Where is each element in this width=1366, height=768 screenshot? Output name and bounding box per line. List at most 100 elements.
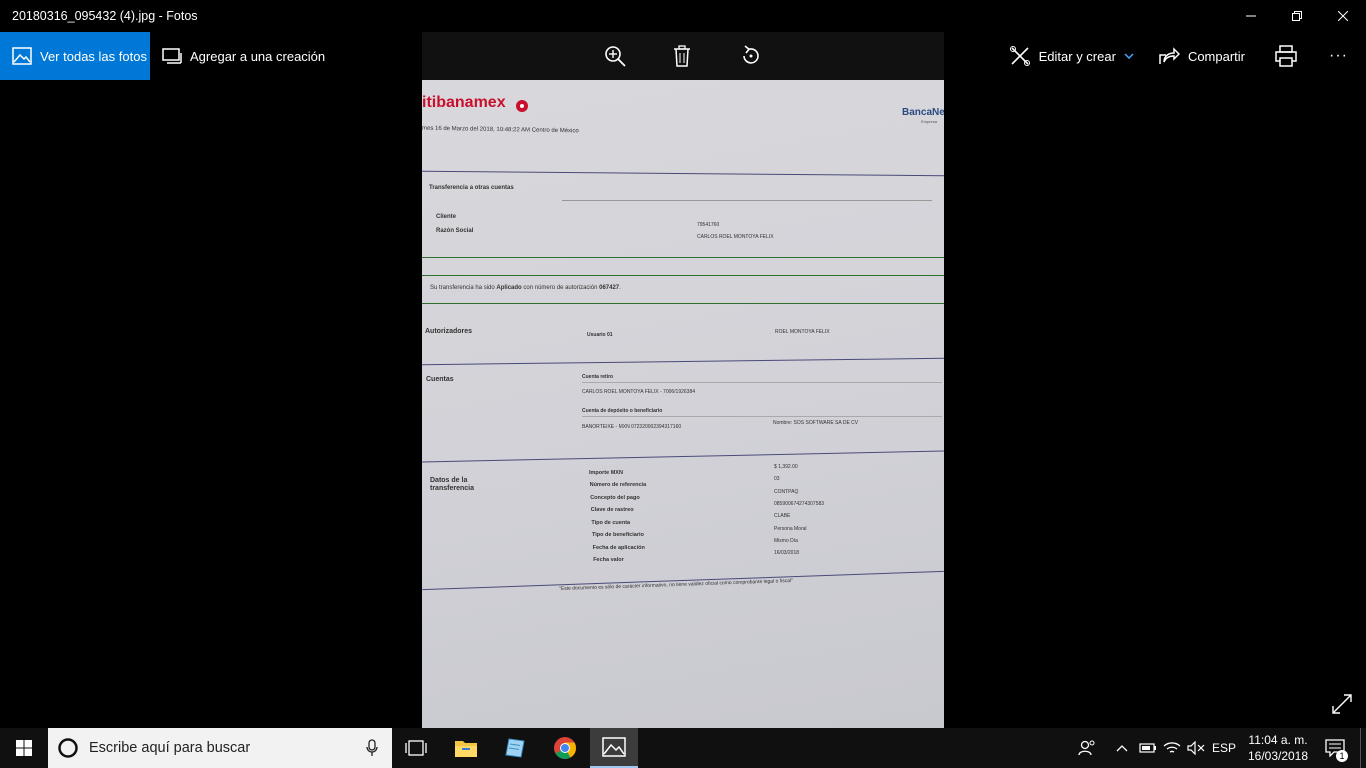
field-value: 085900674274307583 bbox=[774, 501, 825, 507]
file-explorer-button[interactable] bbox=[442, 728, 490, 768]
share-icon bbox=[1159, 47, 1180, 64]
image-tools bbox=[422, 32, 944, 80]
title-bar: 20180316_095432 (4).jpg - Fotos bbox=[0, 0, 1366, 32]
clock-date: 16/03/2018 bbox=[1247, 749, 1309, 763]
print-button[interactable] bbox=[1257, 32, 1323, 80]
razon-social-value: CARLOS ROEL MONTOYA FELIX bbox=[697, 234, 774, 240]
clock[interactable]: 11:04 a. m. 16/03/2018 bbox=[1242, 728, 1314, 768]
clock-time: 11:04 a. m. bbox=[1248, 733, 1308, 747]
document-date: mes 16 de Marzo del 2018, 10:48:22 AM Ce… bbox=[422, 125, 579, 135]
photo-view[interactable]: itibanamex BancaNe Empresa mes 16 de Mar… bbox=[422, 80, 944, 728]
divider bbox=[422, 357, 944, 366]
cuenta-deposito-label: Cuenta de depósito o beneficiario bbox=[582, 408, 663, 414]
field-value: CONTPAQ bbox=[774, 489, 799, 495]
field-value: Mismo Día bbox=[774, 538, 798, 544]
show-desktop-button[interactable] bbox=[1360, 728, 1366, 768]
share-button[interactable]: Compartir bbox=[1146, 32, 1257, 80]
edit-create-button[interactable]: Editar y crear bbox=[997, 32, 1146, 80]
bancanet-logo: BancaNe bbox=[902, 107, 944, 118]
rotate-icon bbox=[743, 45, 759, 64]
battery-icon bbox=[1139, 743, 1156, 753]
notepad-icon bbox=[505, 738, 525, 758]
restore-icon bbox=[1292, 11, 1302, 21]
usuario-value: ROEL MONTOYA FELIX bbox=[775, 329, 830, 335]
cuentas-label: Cuentas bbox=[426, 376, 454, 383]
show-hidden-icons-button[interactable] bbox=[1112, 728, 1132, 768]
cortana-icon bbox=[58, 738, 78, 758]
edit-create-icon bbox=[1009, 46, 1030, 66]
section-title: Transferencia a otras cuentas bbox=[429, 185, 514, 191]
add-to-creation-label: Agregar a una creación bbox=[190, 48, 326, 64]
field-label: Número de referencia bbox=[589, 482, 647, 488]
field-label: Fecha de aplicación bbox=[592, 545, 645, 551]
start-button[interactable] bbox=[0, 728, 48, 768]
expand-icon[interactable] bbox=[1330, 692, 1354, 716]
battery-button[interactable] bbox=[1136, 728, 1160, 768]
language-indicator[interactable]: ESP bbox=[1210, 728, 1238, 768]
divider bbox=[422, 303, 944, 304]
chevron-down-icon bbox=[1124, 53, 1134, 59]
divider bbox=[422, 257, 944, 258]
wifi-button[interactable] bbox=[1160, 728, 1184, 768]
view-all-photos-button[interactable]: Ver todas las fotos bbox=[0, 32, 150, 80]
photos-app-button[interactable] bbox=[590, 728, 638, 768]
photos-app-icon bbox=[602, 737, 626, 757]
chrome-button[interactable] bbox=[541, 728, 589, 768]
cuenta-retiro-label: Cuenta retiro bbox=[582, 374, 614, 380]
close-button[interactable] bbox=[1320, 0, 1366, 32]
windows-icon bbox=[16, 740, 32, 756]
search-box[interactable]: Escribe aquí para buscar bbox=[48, 728, 392, 768]
banamex-flower-icon bbox=[516, 100, 528, 112]
minimize-button[interactable] bbox=[1228, 0, 1274, 32]
more-button[interactable]: ··· bbox=[1323, 32, 1366, 80]
status-message: Su transferencia ha sido Aplicado con nú… bbox=[430, 285, 621, 291]
minimize-icon bbox=[1246, 15, 1256, 17]
action-center-button[interactable]: 1 bbox=[1320, 728, 1350, 768]
field-label: Importe MXN bbox=[589, 470, 623, 476]
wifi-icon bbox=[1163, 742, 1181, 753]
folder-icon bbox=[455, 741, 477, 757]
divider bbox=[582, 382, 942, 383]
field-label: Concepto del pago bbox=[590, 495, 640, 501]
divider bbox=[422, 170, 944, 177]
task-view-button[interactable] bbox=[392, 728, 440, 768]
field-value: 16/03/2018 bbox=[774, 550, 800, 556]
delete-button[interactable] bbox=[670, 44, 694, 68]
field-label: Fecha valor bbox=[593, 557, 624, 563]
banamex-logo: itibanamex bbox=[422, 94, 506, 111]
toolbar: Ver todas las fotos Agregar a una creaci… bbox=[0, 32, 1366, 80]
field-value: Persona Moral bbox=[774, 526, 807, 532]
divider bbox=[582, 416, 942, 417]
razon-social-label: Razón Social bbox=[436, 228, 474, 234]
field-label: Clave de rastreo bbox=[590, 507, 634, 513]
add-to-creation-button[interactable]: Agregar a una creación bbox=[162, 32, 325, 80]
task-view-icon bbox=[405, 740, 427, 756]
volume-muted-icon bbox=[1187, 741, 1205, 755]
divider bbox=[562, 200, 932, 201]
notepad-app-button[interactable] bbox=[491, 728, 539, 768]
taskbar: Escribe aquí para buscar ESP 11:04 a. m.… bbox=[0, 728, 1366, 768]
volume-button[interactable] bbox=[1184, 728, 1208, 768]
field-label: Tipo de cuenta bbox=[591, 520, 631, 526]
add-creation-icon bbox=[162, 48, 182, 64]
microphone-icon[interactable] bbox=[366, 739, 378, 757]
chrome-icon bbox=[554, 737, 576, 759]
document-photo: itibanamex BancaNe Empresa mes 16 de Mar… bbox=[422, 80, 944, 728]
restore-button[interactable] bbox=[1274, 0, 1320, 32]
zoom-in-icon bbox=[605, 46, 626, 67]
notification-count-badge: 1 bbox=[1336, 750, 1348, 762]
rotate-button[interactable] bbox=[739, 44, 763, 68]
right-tools: Editar y crear Compartir ··· bbox=[997, 32, 1366, 80]
beneficiario-nombre: Nombre: SOS SOFTWARE SA DE CV bbox=[773, 420, 859, 426]
zoom-button[interactable] bbox=[603, 44, 627, 68]
bancanet-sub: Empresa bbox=[921, 119, 938, 124]
cliente-value: 79541760 bbox=[697, 222, 720, 228]
people-button[interactable] bbox=[1074, 728, 1100, 768]
close-icon bbox=[1338, 11, 1348, 21]
field-value: $ 1,392.00 bbox=[774, 464, 798, 470]
field-value: 03 bbox=[774, 476, 780, 482]
field-label: Tipo de beneficiario bbox=[592, 532, 644, 538]
window-title: 20180316_095432 (4).jpg - Fotos bbox=[12, 9, 198, 23]
field-value: CLABE bbox=[774, 513, 791, 519]
cuenta-retiro-value: CARLOS ROEL MONTOYA FELIX - 7006/1926384 bbox=[582, 389, 696, 395]
